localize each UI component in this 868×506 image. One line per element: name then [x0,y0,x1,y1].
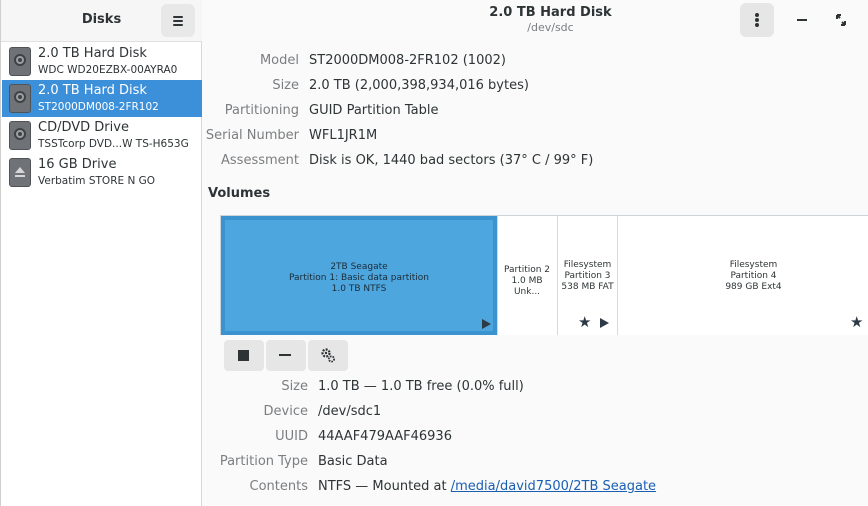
volume-description: Partition 1: Basic data partition [288,273,429,283]
volume-label: Filesystem [563,260,612,270]
drive-model: ST2000DM008-2FR102 [38,101,159,113]
uuid-label: UUID [275,429,308,444]
partition-size-value: 1.0 TB — 1.0 TB free (0.0% full) [318,379,524,394]
volume-map: 2TB Seagate Partition 1: Basic data part… [220,215,868,335]
drive-name: CD/DVD Drive [38,120,129,135]
device-label: Device [263,404,308,419]
volume-partition-3[interactable]: Filesystem Partition 3 538 MB FAT ★ [558,216,617,335]
volume-label: Partition 2 [503,265,551,275]
volume-partition-4[interactable]: Filesystem Partition 4 989 GB Ext4 ★ [618,216,868,335]
volume-label: Filesystem [729,260,778,270]
drive-item-seagate-hard-disk[interactable]: 2.0 TB Hard Disk ST2000DM008-2FR102 [2,80,202,117]
partitioning-label: Partitioning [224,103,299,118]
gears-icon [321,348,335,363]
size-label: Size [272,78,299,93]
contents-value: NTFS — Mounted at /media/david7500/2TB S… [318,479,656,494]
sidebar-header: Disks [1,0,202,42]
drive-name: 2.0 TB Hard Disk [38,83,147,98]
star-icon: ★ [850,313,864,331]
partition-options-button[interactable] [308,340,348,371]
uuid-value: 44AAF479AAF46936 [318,429,452,444]
main-header: 2.0 TB Hard Disk /dev/sdc [203,0,868,42]
volume-label: 2TB Seagate [330,262,388,272]
drive-item-usb-drive[interactable]: 16 GB Drive Verbatim STORE N GO [2,154,202,191]
model-label: Model [259,53,299,68]
drive-item-optical-drive[interactable]: CD/DVD Drive TSSTcorp DVD...W TS-H653G [2,117,202,154]
maximize-icon [836,14,846,26]
minimize-button[interactable] [791,10,815,30]
drive-model: TSSTcorp DVD...W TS-H653G [38,138,189,150]
drive-item-wdc-hard-disk[interactable]: 2.0 TB Hard Disk WDC WD20EZBX-00AYRA0 [2,43,202,80]
stop-icon [238,350,249,361]
volume-partition-2[interactable]: Partition 2 1.0 MB Unk... [498,216,556,335]
contents-text: NTFS — Mounted at [318,479,447,494]
minus-icon [279,354,291,356]
model-value: ST2000DM008-2FR102 (1002) [309,53,506,68]
volume-description: Partition 3 [564,271,611,281]
drive-model: WDC WD20EZBX-00AYRA0 [38,64,178,76]
partition-type-value: Basic Data [318,454,388,469]
unmount-button[interactable] [224,340,264,371]
star-icon: ★ [578,313,592,331]
size-value: 2.0 TB (2,000,398,934,016 bytes) [309,78,529,93]
drive-model: Verbatim STORE N GO [38,175,156,187]
serial-number-label: Serial Number [205,128,299,143]
volume-size-type: 538 MB FAT [561,282,614,292]
serial-number-value: WFL1JR1M [309,128,378,143]
volume-size-type: 1.0 TB NTFS [331,284,387,294]
partition-size-label: Size [281,379,308,394]
hard-disk-icon [9,47,31,76]
sidebar: Disks 2.0 TB Hard Disk WDC WD20EZBX-00AY… [0,0,202,506]
partitioning-value: GUID Partition Table [309,103,439,118]
maximize-button[interactable] [829,10,853,30]
optical-drive-icon [9,121,31,150]
drive-name: 2.0 TB Hard Disk [38,46,147,61]
delete-partition-button[interactable] [266,340,306,371]
partition-type-label: Partition Type [219,454,308,469]
volume-size-type: 989 GB Ext4 [725,282,782,292]
mounted-icon [600,318,609,328]
minimize-icon [797,19,807,21]
volume-size-type: 1.0 MB Unk... [511,276,543,297]
hard-disk-icon [9,84,31,113]
removable-drive-icon [9,158,31,187]
drive-name: 16 GB Drive [38,157,117,172]
device-value: /dev/sdc1 [318,404,382,419]
mount-point-link[interactable]: /media/david7500/2TB Seagate [451,479,656,494]
main-menu-button[interactable] [161,4,195,37]
hamburger-icon [173,16,183,26]
drive-options-button[interactable] [740,3,774,37]
volume-partition-1[interactable]: 2TB Seagate Partition 1: Basic data part… [221,216,497,335]
volume-description: Partition 4 [730,271,777,281]
assessment-label: Assessment [221,153,299,168]
volumes-heading: Volumes [208,186,271,201]
assessment-value: Disk is OK, 1440 bad sectors (37° C / 99… [309,153,594,168]
contents-label: Contents [249,479,308,494]
mounted-icon [482,319,491,329]
